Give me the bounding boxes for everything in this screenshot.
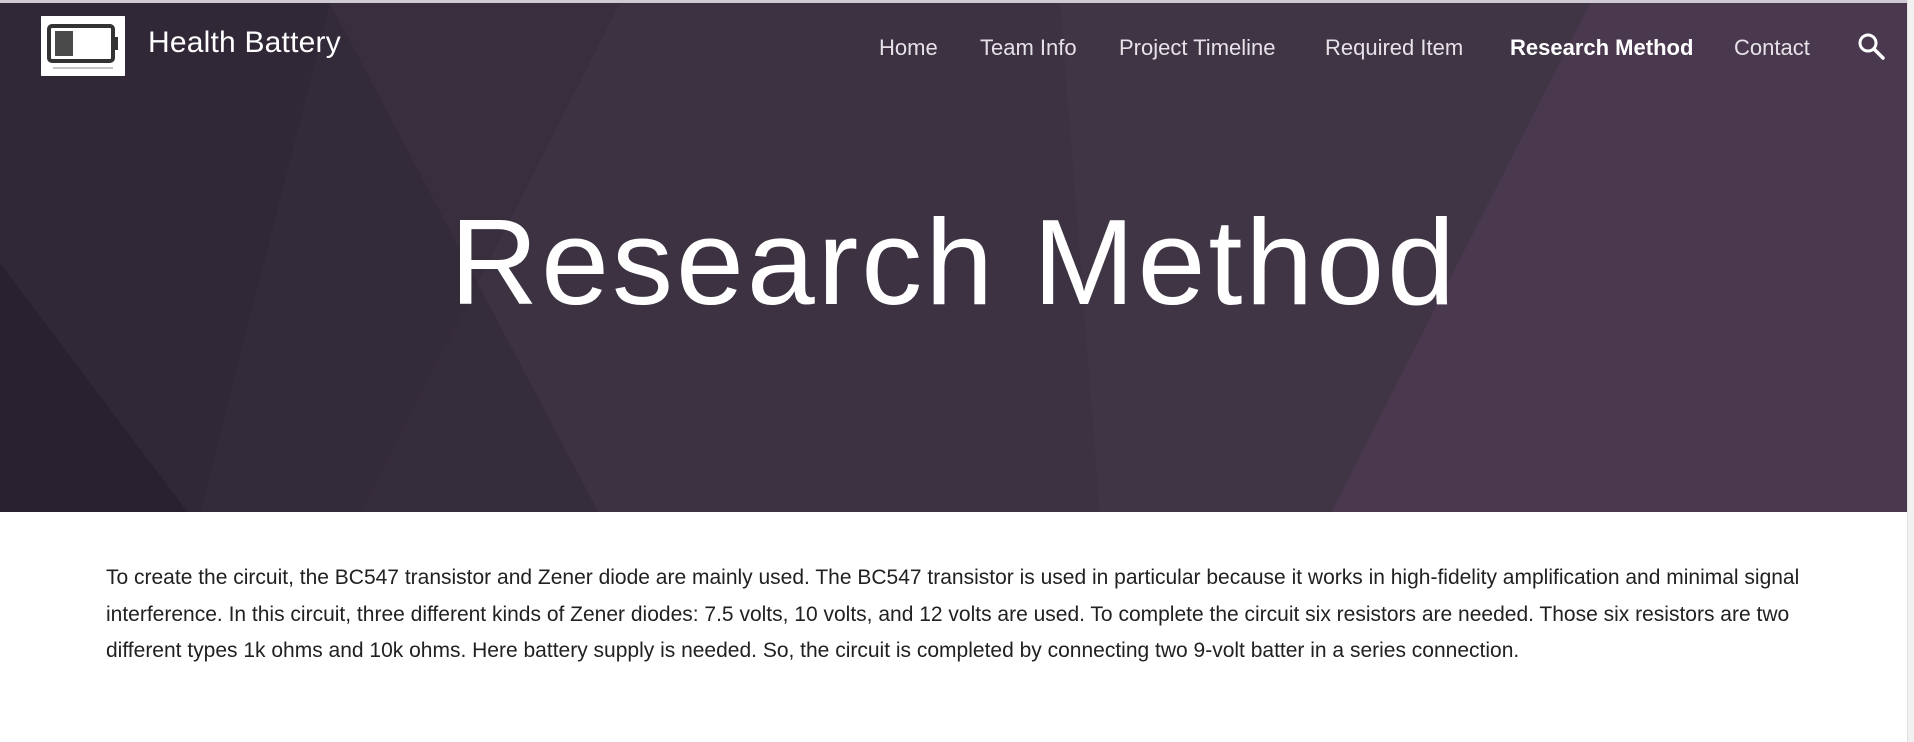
search-icon[interactable]: [1856, 31, 1886, 61]
hero-banner: Health Battery Home Team Info Project Ti…: [0, 0, 1908, 512]
site-header: Health Battery Home Team Info Project Ti…: [0, 3, 1908, 93]
page: Health Battery Home Team Info Project Ti…: [0, 0, 1914, 742]
nav-item-project-timeline[interactable]: Project Timeline: [1119, 32, 1276, 64]
main-nav: Home Team Info Project Timeline Required…: [0, 32, 1908, 68]
body-paragraph: To create the circuit, the BC547 transis…: [106, 566, 1800, 662]
scrollbar[interactable]: [1907, 0, 1914, 742]
nav-item-home[interactable]: Home: [879, 32, 938, 64]
nav-item-research-method[interactable]: Research Method: [1510, 32, 1693, 64]
page-title: Research Method: [450, 194, 1458, 330]
nav-item-team-info[interactable]: Team Info: [980, 32, 1077, 64]
nav-item-contact[interactable]: Contact: [1734, 32, 1810, 64]
nav-item-required-item[interactable]: Required Item: [1325, 32, 1463, 64]
